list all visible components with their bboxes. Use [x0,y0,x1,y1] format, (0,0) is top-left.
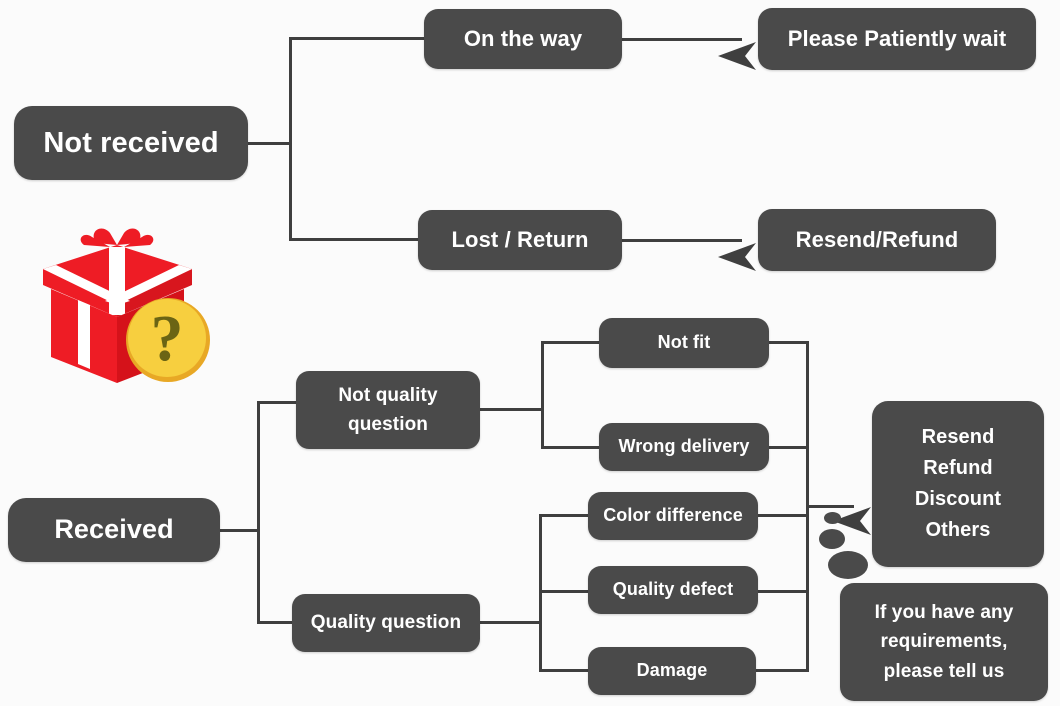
node-damage[interactable]: Damage [588,647,756,695]
connector-received-bus [257,401,260,624]
connector-to-quality-question [257,621,297,624]
note-line-3: please tell us [883,660,1005,682]
node-resend-refund[interactable]: Resend/Refund [758,209,996,271]
node-please-patiently-wait[interactable]: Please Patiently wait [758,8,1036,70]
note-line-2: requirements, [880,631,1008,653]
node-quality-question[interactable]: Quality question [292,594,480,652]
node-on-the-way[interactable]: On the way [424,9,622,69]
node-not-quality-question[interactable]: Not quality question [296,371,480,449]
node-label: Quality defect [612,579,734,600]
node-label: Resend/Refund [795,226,959,252]
svg-text:?: ? [151,302,184,375]
node-lost-return[interactable]: Lost / Return [418,210,622,270]
connector-quality-bus [539,514,542,672]
outcome-option-others: Others [925,519,991,541]
connector-wrong-delivery-out [768,446,809,449]
connector-quality-defect-out [757,590,809,593]
connector-to-lost-return [289,238,419,241]
speech-dot-large [828,551,868,579]
node-label-line-2: question [348,414,428,435]
node-label: Color difference [603,505,743,526]
flowchart-canvas: ? Not received On the way Please Patient… [0,0,1060,706]
connector-not-quality-bus [541,341,544,449]
speech-dot-small [824,512,841,524]
node-label-line-1: Not quality [338,384,438,406]
node-not-fit[interactable]: Not fit [599,318,769,368]
connector-not-fit-out [768,341,809,344]
connector-to-not-fit [541,341,601,344]
node-wrong-delivery[interactable]: Wrong delivery [599,423,769,471]
connector-received-stem [218,529,260,532]
node-outcome-options[interactable]: Resend Refund Discount Others [872,401,1044,567]
node-not-received[interactable]: Not received [14,106,248,180]
connector-to-not-quality-question [257,401,301,404]
node-label: Please Patiently wait [787,25,1007,51]
connector-to-damage [539,669,591,672]
connector-color-difference-out [757,514,809,517]
connector-quality-stem [480,621,542,624]
node-label: Damage [636,660,708,681]
node-label: On the way [463,25,583,51]
connector-not-received-stem [248,142,292,145]
node-received[interactable]: Received [8,498,220,562]
connector-not-received-bus [289,37,292,241]
connector-not-quality-stem [480,408,544,411]
outcome-option-refund: Refund [923,457,993,479]
node-label: Wrong delivery [618,436,750,457]
node-quality-defect[interactable]: Quality defect [588,566,758,614]
note-line-1: If you have any [874,601,1014,623]
node-label: Lost / Return [451,226,589,252]
node-requirements-note[interactable]: If you have any requirements, please tel… [840,583,1048,701]
node-label: Not received [43,126,219,159]
node-label: Not fit [657,332,711,353]
speech-dot-medium [819,529,845,549]
node-label: Received [54,514,174,545]
connector-damage-out [755,669,809,672]
connector-to-on-the-way [289,37,424,40]
connector-to-color-difference [539,514,591,517]
node-label: Quality question [310,612,462,634]
node-color-difference[interactable]: Color difference [588,492,758,540]
gift-box-question-icon: ? [18,215,218,390]
connector-to-quality-defect [539,590,589,593]
outcome-option-resend: Resend [921,426,995,448]
outcome-option-discount: Discount [914,488,1002,510]
